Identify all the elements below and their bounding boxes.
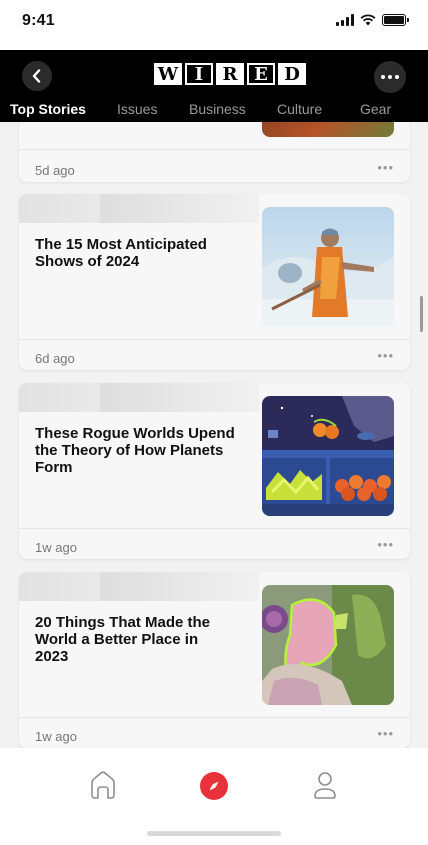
story-feed[interactable]: 5d ago ••• The 15 Most Anticipated Shows… — [0, 122, 428, 748]
battery-icon — [382, 14, 409, 26]
wired-logo: W I R E D — [154, 63, 306, 85]
cellular-signal-icon — [336, 14, 354, 26]
placeholder-shimmer — [19, 194, 259, 223]
pink-collage-image — [262, 585, 394, 705]
story-more-button[interactable]: ••• — [377, 348, 394, 363]
story-title: These Rogue Worlds Upend the Theory of H… — [35, 425, 235, 476]
bottom-nav — [0, 748, 428, 845]
tab-top-stories[interactable]: Top Stories — [10, 101, 86, 117]
airbender-character-image — [262, 207, 394, 327]
ellipsis-icon — [381, 75, 399, 79]
story-card[interactable]: 20 Things That Made the World a Better P… — [19, 572, 410, 748]
home-indicator — [147, 831, 281, 836]
home-icon[interactable] — [89, 770, 117, 800]
tab-gear[interactable]: Gear — [360, 101, 391, 117]
story-title: The 15 Most Anticipated Shows of 2024 — [35, 236, 207, 270]
story-more-button[interactable]: ••• — [377, 726, 394, 741]
compass-icon — [209, 781, 219, 791]
profile-icon[interactable] — [312, 770, 338, 800]
story-time: 1w ago — [35, 540, 77, 555]
placeholder-shimmer — [19, 383, 259, 412]
wifi-icon — [360, 14, 376, 26]
story-more-button[interactable]: ••• — [377, 537, 394, 552]
fruit-tray-illustration-image — [262, 396, 394, 516]
story-time: 6d ago — [35, 351, 75, 366]
story-card-partial[interactable]: 5d ago ••• — [19, 122, 410, 182]
story-time: 1w ago — [35, 729, 77, 744]
status-icons — [336, 14, 409, 26]
explore-button[interactable] — [200, 772, 228, 800]
back-button[interactable] — [22, 61, 52, 91]
story-more-button[interactable]: ••• — [377, 160, 394, 175]
story-title: 20 Things That Made the World a Better P… — [35, 614, 211, 665]
story-time: 5d ago — [35, 163, 75, 178]
tab-culture[interactable]: Culture — [277, 101, 322, 117]
status-bar: 9:41 — [0, 0, 428, 50]
app-header: W I R E D Top Stories Issues Business Cu… — [0, 50, 428, 122]
chevron-left-icon — [32, 69, 41, 83]
more-options-button[interactable] — [374, 61, 406, 93]
tab-business[interactable]: Business — [189, 101, 246, 117]
story-thumbnail-image — [262, 122, 394, 137]
tab-issues[interactable]: Issues — [117, 101, 157, 117]
story-card[interactable]: The 15 Most Anticipated Shows of 2024 6d… — [19, 194, 410, 370]
placeholder-shimmer — [19, 572, 259, 601]
status-time: 9:41 — [22, 12, 55, 29]
story-card[interactable]: These Rogue Worlds Upend the Theory of H… — [19, 383, 410, 559]
scrollbar[interactable] — [420, 296, 423, 332]
